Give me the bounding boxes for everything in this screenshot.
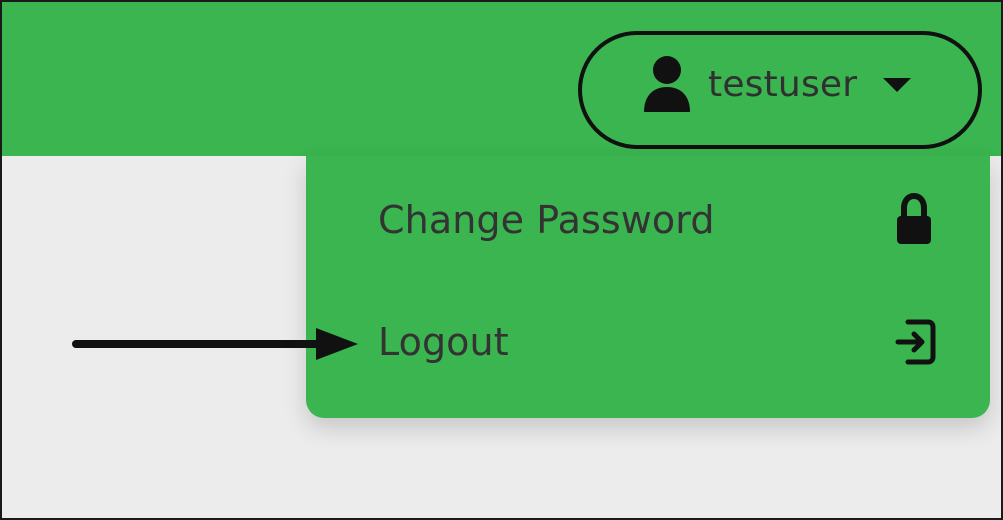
user-menu-button[interactable]: testuser [638, 52, 913, 118]
change-password-label: Change Password [378, 198, 715, 242]
top-navigation-bar: testuser [2, 2, 1001, 156]
screenshot-frame: testuser Change Password Logout [0, 0, 1003, 520]
logout-menu-item[interactable]: Logout [378, 298, 938, 386]
change-password-menu-item[interactable]: Change Password [378, 176, 938, 264]
chevron-down-icon [881, 76, 913, 94]
username-label: testuser [708, 64, 858, 105]
logout-icon [890, 314, 938, 370]
lock-icon [890, 192, 938, 248]
user-dropdown-menu: Change Password Logout [306, 156, 990, 418]
user-icon [638, 55, 696, 115]
logout-label: Logout [378, 320, 509, 364]
